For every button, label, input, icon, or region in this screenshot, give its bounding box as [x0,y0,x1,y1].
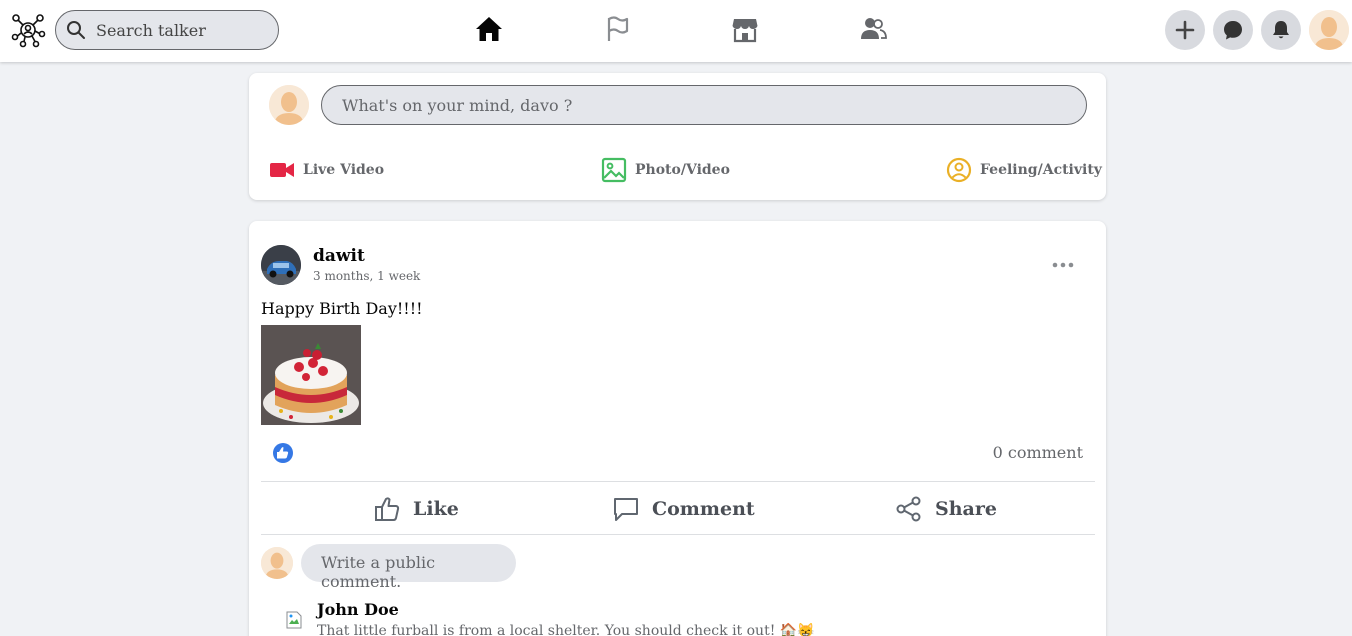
search-icon [67,21,85,39]
messenger-icon [1224,21,1242,40]
profile-avatar-button[interactable] [1309,10,1349,50]
comment-input[interactable]: Write a public comment. [301,544,516,591]
feeling-activity-label: Feeling/Activity [980,162,1102,178]
photo-video-button[interactable]: Photo/Video [601,157,730,183]
search-placeholder: Search talker [96,21,206,40]
like-reaction-badge[interactable] [273,443,293,463]
share-icon [896,496,921,522]
divider [261,481,1095,482]
feeling-activity-button[interactable]: Feeling/Activity [946,157,1102,183]
composer-placeholder: What's on your mind, davo ? [342,96,573,115]
post-author-avatar[interactable] [261,245,301,285]
create-button[interactable] [1165,10,1205,50]
comment-placeholder: Write a public comment. [321,553,436,591]
store-icon[interactable] [730,14,760,44]
comment-bubble-icon [614,498,638,521]
post-timestamp[interactable]: 3 months, 1 week [313,269,420,283]
post-photo[interactable] [261,325,361,425]
post-composer: What's on your mind, davo ? Live Video P… [249,73,1106,200]
share-button[interactable]: Share [895,494,997,524]
like-label: Like [413,498,459,520]
avatar-image [1309,10,1349,50]
whats-on-your-mind-input[interactable]: What's on your mind, davo ? [321,85,1087,125]
photo-icon [601,157,627,183]
avatar [269,85,309,125]
notifications-button[interactable] [1261,10,1301,50]
network-logo-icon[interactable] [10,12,46,48]
bell-icon [1273,21,1289,39]
share-label: Share [935,498,997,520]
comment-button[interactable]: Comment [612,494,755,524]
top-navigation-bar: Search talker [0,0,1352,62]
video-camera-icon [270,163,294,177]
broken-image-icon [286,611,302,629]
comment-label: Comment [652,498,755,520]
post-card: dawit 3 months, 1 week Happy Birth Day!!… [249,221,1106,636]
comment-count[interactable]: 0 comment [993,443,1083,462]
comment-text: That little furball is from a local shel… [317,623,815,636]
smiley-icon [946,157,972,183]
messenger-button[interactable] [1213,10,1253,50]
friends-icon[interactable] [858,14,888,44]
plus-icon [1175,20,1195,40]
like-button[interactable]: Like [373,494,459,524]
comment-author[interactable]: John Doe [317,600,399,619]
thumbs-up-outline-icon [375,497,400,521]
more-options-icon[interactable] [1051,257,1075,273]
search-input[interactable]: Search talker [55,10,279,50]
post-author-name[interactable]: dawit [313,246,365,266]
live-video-button[interactable]: Live Video [269,157,384,183]
flag-icon[interactable] [602,14,632,44]
live-video-label: Live Video [303,162,385,178]
comment-composer-avatar [261,547,293,579]
post-text: Happy Birth Day!!!! [261,299,423,318]
photo-video-label: Photo/Video [635,162,730,178]
thumbs-up-icon [277,447,289,459]
divider [261,534,1095,535]
home-icon[interactable] [474,14,504,44]
